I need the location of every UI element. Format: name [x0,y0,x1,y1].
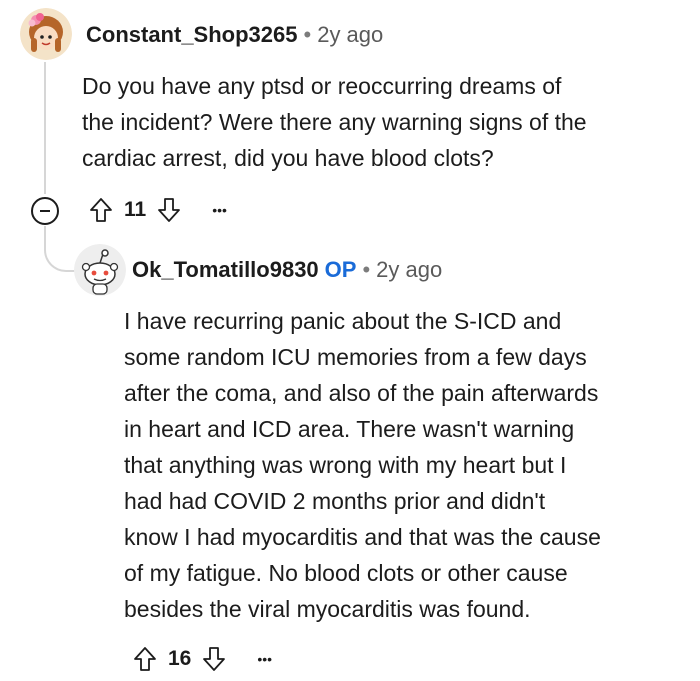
separator-dot: • [362,257,371,282]
downvote-button[interactable] [154,195,184,225]
more-icon[interactable]: ••• [257,652,272,666]
upvote-button[interactable] [130,644,160,674]
timestamp: 2y ago [317,22,384,47]
comment-line: know I had myocarditis and that was the … [124,524,601,550]
comment-line: cardiac arrest, did you have blood clots… [82,145,494,171]
comment-line: I have recurring panic about the S-ICD a… [124,308,562,334]
username[interactable]: Ok_Tomatillo9830 [132,257,319,282]
comment-header: Ok_Tomatillo9830 OP • 2y ago [132,256,442,284]
timestamp: 2y ago [376,257,443,282]
upvote-button[interactable] [86,195,116,225]
comment-line: in heart and ICD area. There wasn't warn… [124,416,575,442]
comment-line: that anything was wrong with my heart bu… [124,452,567,478]
comment-line: had had COVID 2 months prior and didn't [124,488,546,514]
downvote-icon [158,198,181,222]
separator-dot: • [303,22,312,47]
collapse-icon [40,210,50,212]
comment-line: some random ICU memories from a few days [124,344,587,370]
upvote-icon [134,647,156,671]
comment-line: Do you have any ptsd or reoccurring drea… [82,73,562,99]
more-icon[interactable]: ••• [212,203,227,217]
thread-line [44,62,46,194]
avatar[interactable] [74,244,126,296]
comment-line: the incident? Were there any warning sig… [82,109,587,135]
upvote-icon [90,198,112,222]
avatar-girl-icon [20,8,72,60]
downvote-icon [203,647,226,671]
comment-body: Do you have any ptsd or reoccurring drea… [82,68,587,176]
comment-actions: 11 ••• [86,195,227,225]
reply-connector [44,228,78,272]
avatar[interactable] [20,8,72,60]
comment-body: I have recurring panic about the S-ICD a… [124,303,601,627]
op-badge: OP [324,257,357,282]
avatar-snoo-icon [74,244,126,296]
vote-count: 11 [124,198,147,221]
collapse-button[interactable] [31,197,59,225]
comment-line: besides the viral myocarditis was found. [124,596,531,622]
vote-count: 16 [168,647,192,670]
comment-line: of my fatigue. No blood clots or other c… [124,560,568,586]
comment-actions: 16 ••• [130,644,272,674]
thread-line-lower [44,226,46,232]
downvote-button[interactable] [199,644,229,674]
comment-header: Constant_Shop3265 • 2y ago [86,21,383,49]
username[interactable]: Constant_Shop3265 [86,22,298,47]
comment-line: after the coma, and also of the pain aft… [124,380,599,406]
